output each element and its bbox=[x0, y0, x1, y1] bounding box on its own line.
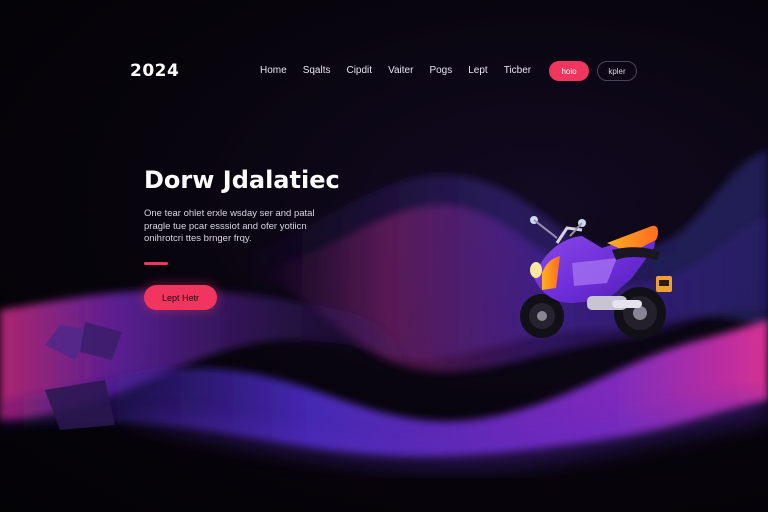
main-nav: Home Sqalts Cipdit Vaiter Pogs Lept Ticb… bbox=[260, 65, 547, 76]
nav-item-3[interactable]: Cipdit bbox=[346, 65, 372, 76]
primary-header-button[interactable]: hoio bbox=[549, 61, 589, 81]
nav-item-4[interactable]: Vaiter bbox=[388, 65, 413, 76]
hero-description-line: One tear ohlet erxle wsday ser and patal bbox=[144, 208, 315, 219]
motorcycle-icon bbox=[520, 216, 672, 339]
accent-divider bbox=[144, 262, 168, 265]
nav-item-7[interactable]: Ticber bbox=[504, 65, 531, 76]
hero-description-line: pragle tue pcar esssiot and ofer yotiicn bbox=[144, 220, 307, 232]
nav-item-2[interactable]: Sqalts bbox=[303, 65, 331, 76]
hero-description-line: onihrotcri ttes brnger frqy. bbox=[144, 233, 252, 244]
cta-button[interactable]: Lept Hetr bbox=[144, 285, 217, 310]
hero-title: Dorw Jdalatiec bbox=[144, 166, 340, 194]
landing-page: 2024 Home Sqalts Cipdit Vaiter Pogs Lept… bbox=[0, 0, 768, 512]
nav-item-home[interactable]: Home bbox=[260, 65, 287, 76]
hero-description: One tear ohlet erxle wsday ser and patal… bbox=[144, 208, 369, 246]
nav-item-5[interactable]: Pogs bbox=[429, 65, 452, 76]
logo[interactable]: 2024 bbox=[130, 61, 179, 81]
secondary-header-button[interactable]: kpler bbox=[597, 61, 637, 81]
nav-item-6[interactable]: Lept bbox=[468, 65, 487, 76]
